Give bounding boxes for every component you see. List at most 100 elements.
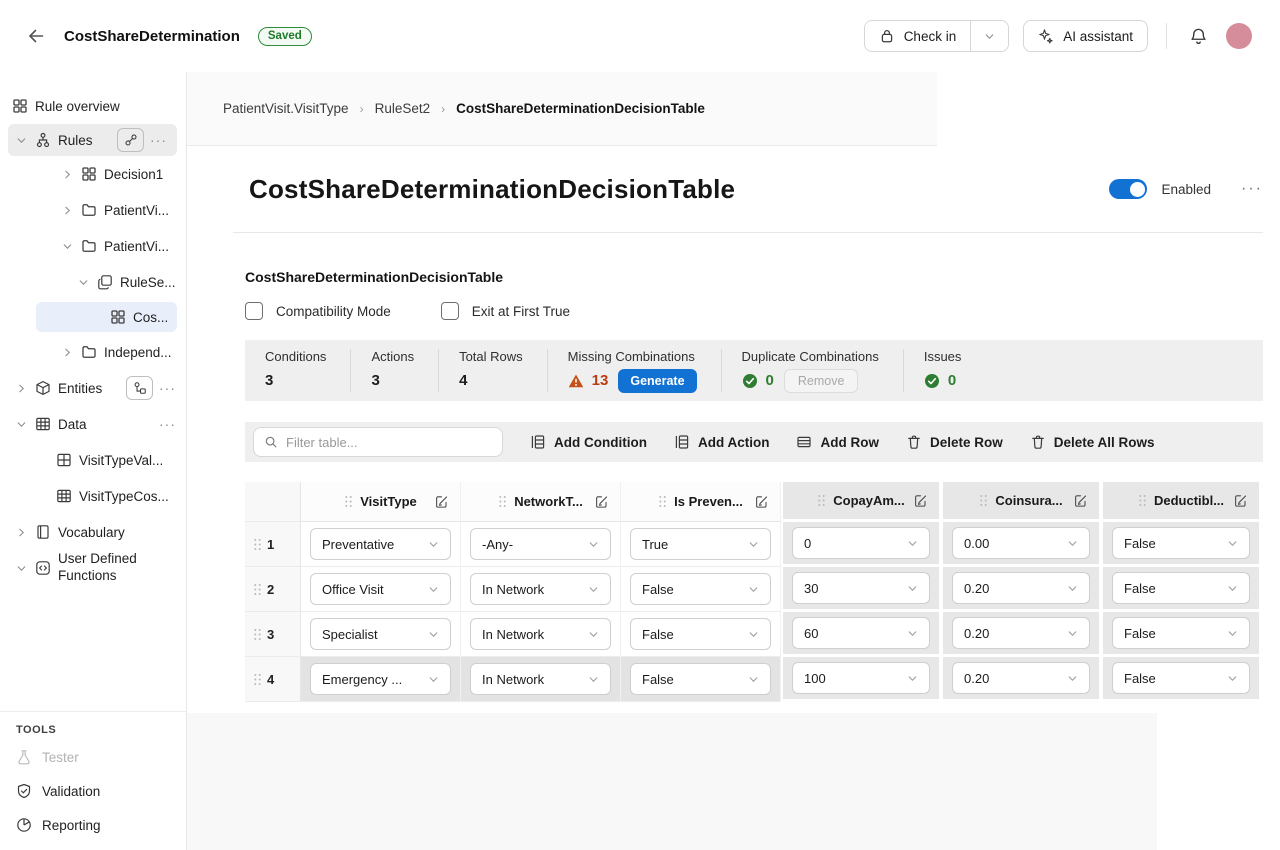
sidebar-item-validation[interactable]: Validation bbox=[0, 774, 186, 808]
sidebar-item-decision1[interactable]: Decision1 bbox=[0, 156, 186, 192]
breadcrumb-item[interactable]: PatientVisit.VisitType bbox=[223, 101, 349, 116]
delete-all-rows-button[interactable]: Delete All Rows bbox=[1030, 434, 1155, 450]
visittype-dropdown[interactable]: Emergency ... bbox=[310, 663, 451, 695]
drag-handle-icon[interactable] bbox=[253, 673, 262, 686]
coinsurance-dropdown[interactable]: 0.20 bbox=[952, 662, 1090, 694]
deductible-dropdown[interactable]: False bbox=[1112, 662, 1250, 694]
ispreventative-dropdown[interactable]: True bbox=[630, 528, 771, 560]
add-action-button[interactable]: Add Action bbox=[674, 434, 770, 450]
column-header-ispreventative[interactable]: Is Preven... bbox=[621, 482, 781, 522]
drag-handle-icon[interactable] bbox=[253, 538, 262, 551]
breadcrumb-item[interactable]: RuleSet2 bbox=[375, 101, 431, 116]
visittype-dropdown[interactable]: Preventative bbox=[310, 528, 451, 560]
sidebar-item-rules[interactable]: Rules ··· bbox=[8, 124, 177, 156]
column-header-coinsurance[interactable]: Coinsura... bbox=[941, 482, 1101, 522]
edit-note-icon[interactable] bbox=[913, 493, 928, 508]
chevron-down-icon[interactable] bbox=[77, 276, 90, 289]
ispreventative-dropdown[interactable]: False bbox=[630, 618, 771, 650]
sidebar-item-independent[interactable]: Independ... bbox=[0, 334, 186, 370]
row-number-cell[interactable]: 2 bbox=[245, 567, 301, 612]
notifications-button[interactable] bbox=[1185, 23, 1212, 50]
remove-button[interactable]: Remove bbox=[784, 369, 859, 393]
drag-handle-icon[interactable] bbox=[253, 628, 262, 641]
sidebar-item-reporting[interactable]: Reporting bbox=[0, 808, 186, 842]
column-header-copayamount[interactable]: CopayAm... bbox=[781, 482, 941, 522]
rules-more-button[interactable]: ··· bbox=[150, 132, 167, 148]
sidebar-item-entities[interactable]: Entities ··· bbox=[0, 370, 186, 406]
chevron-right-icon[interactable] bbox=[15, 526, 28, 539]
filter-table-input[interactable] bbox=[286, 435, 492, 450]
edit-note-icon[interactable] bbox=[1233, 493, 1248, 508]
entity-diagram-button[interactable] bbox=[126, 376, 153, 400]
drag-handle-icon[interactable] bbox=[658, 495, 667, 508]
coinsurance-dropdown[interactable]: 0.20 bbox=[952, 617, 1090, 649]
column-header-deductible[interactable]: Deductibl... bbox=[1101, 482, 1261, 522]
coinsurance-dropdown[interactable]: 0.20 bbox=[952, 572, 1090, 604]
drag-handle-icon[interactable] bbox=[498, 495, 507, 508]
copayamount-dropdown[interactable]: 30 bbox=[792, 572, 930, 604]
ispreventative-dropdown[interactable]: False bbox=[630, 663, 771, 695]
sidebar-item-ruleset2[interactable]: RuleSe... bbox=[0, 264, 186, 300]
ai-assistant-button[interactable]: AI assistant bbox=[1023, 20, 1148, 52]
check-in-button[interactable]: Check in bbox=[865, 21, 972, 51]
chevron-right-icon[interactable] bbox=[61, 204, 74, 217]
networktype-dropdown[interactable]: In Network bbox=[470, 618, 611, 650]
networktype-dropdown[interactable]: In Network bbox=[470, 663, 611, 695]
page-more-button[interactable]: ··· bbox=[1241, 180, 1263, 198]
chevron-right-icon[interactable] bbox=[61, 346, 74, 359]
chevron-right-icon[interactable] bbox=[61, 168, 74, 181]
coinsurance-dropdown[interactable]: 0.00 bbox=[952, 527, 1090, 559]
edit-note-icon[interactable] bbox=[754, 494, 769, 509]
drag-handle-icon[interactable] bbox=[344, 495, 353, 508]
networktype-dropdown[interactable]: -Any- bbox=[470, 528, 611, 560]
chevron-down-icon[interactable] bbox=[15, 562, 28, 575]
edit-note-icon[interactable] bbox=[1073, 493, 1088, 508]
ispreventative-dropdown[interactable]: False bbox=[630, 573, 771, 605]
row-number-cell[interactable]: 3 bbox=[245, 612, 301, 657]
add-condition-button[interactable]: Add Condition bbox=[530, 434, 647, 450]
entities-more-button[interactable]: ··· bbox=[159, 380, 176, 396]
sidebar-item-tester[interactable]: Tester bbox=[0, 740, 186, 774]
row-number-cell[interactable]: 1 bbox=[245, 522, 301, 567]
user-avatar[interactable] bbox=[1226, 23, 1252, 49]
generate-button[interactable]: Generate bbox=[618, 369, 696, 393]
back-button[interactable] bbox=[22, 22, 50, 50]
deductible-dropdown[interactable]: False bbox=[1112, 527, 1250, 559]
chevron-down-icon[interactable] bbox=[15, 134, 28, 147]
compatibility-mode-checkbox[interactable] bbox=[245, 302, 263, 320]
edit-note-icon[interactable] bbox=[594, 494, 609, 509]
networktype-dropdown[interactable]: In Network bbox=[470, 573, 611, 605]
copayamount-dropdown[interactable]: 0 bbox=[792, 527, 930, 559]
deductible-dropdown[interactable]: False bbox=[1112, 617, 1250, 649]
sidebar-item-visittypecos[interactable]: VisitTypeCos... bbox=[0, 478, 186, 514]
sidebar-item-patientvisit-2[interactable]: PatientVi... bbox=[0, 228, 186, 264]
edit-note-icon[interactable] bbox=[434, 494, 449, 509]
link-rules-button[interactable] bbox=[117, 128, 144, 152]
visittype-dropdown[interactable]: Office Visit bbox=[310, 573, 451, 605]
drag-handle-icon[interactable] bbox=[817, 494, 826, 507]
sidebar-item-vocabulary[interactable]: Vocabulary bbox=[0, 514, 186, 550]
sidebar-item-data[interactable]: Data ··· bbox=[0, 406, 186, 442]
drag-handle-icon[interactable] bbox=[253, 583, 262, 596]
chevron-down-icon[interactable] bbox=[61, 240, 74, 253]
copayamount-dropdown[interactable]: 60 bbox=[792, 617, 930, 649]
add-row-button[interactable]: Add Row bbox=[796, 434, 879, 450]
chevron-right-icon[interactable] bbox=[15, 382, 28, 395]
row-number-cell[interactable]: 4 bbox=[245, 657, 301, 702]
delete-row-button[interactable]: Delete Row bbox=[906, 434, 1003, 450]
chevron-down-icon[interactable] bbox=[15, 418, 28, 431]
check-in-caret-button[interactable] bbox=[971, 21, 1008, 51]
column-header-networktype[interactable]: NetworkT... bbox=[461, 482, 621, 522]
data-more-button[interactable]: ··· bbox=[159, 416, 176, 432]
sidebar-item-rule-overview[interactable]: Rule overview bbox=[0, 88, 186, 124]
exit-first-true-checkbox[interactable] bbox=[441, 302, 459, 320]
deductible-dropdown[interactable]: False bbox=[1112, 572, 1250, 604]
enabled-toggle[interactable] bbox=[1109, 179, 1147, 199]
drag-handle-icon[interactable] bbox=[1138, 494, 1147, 507]
copayamount-dropdown[interactable]: 100 bbox=[792, 662, 930, 694]
visittype-dropdown[interactable]: Specialist bbox=[310, 618, 451, 650]
sidebar-item-patientvisit-1[interactable]: PatientVi... bbox=[0, 192, 186, 228]
sidebar-item-costshare-selected[interactable]: Cos... bbox=[36, 302, 177, 332]
sidebar-item-visittypeval[interactable]: VisitTypeVal... bbox=[0, 442, 186, 478]
drag-handle-icon[interactable] bbox=[979, 494, 988, 507]
